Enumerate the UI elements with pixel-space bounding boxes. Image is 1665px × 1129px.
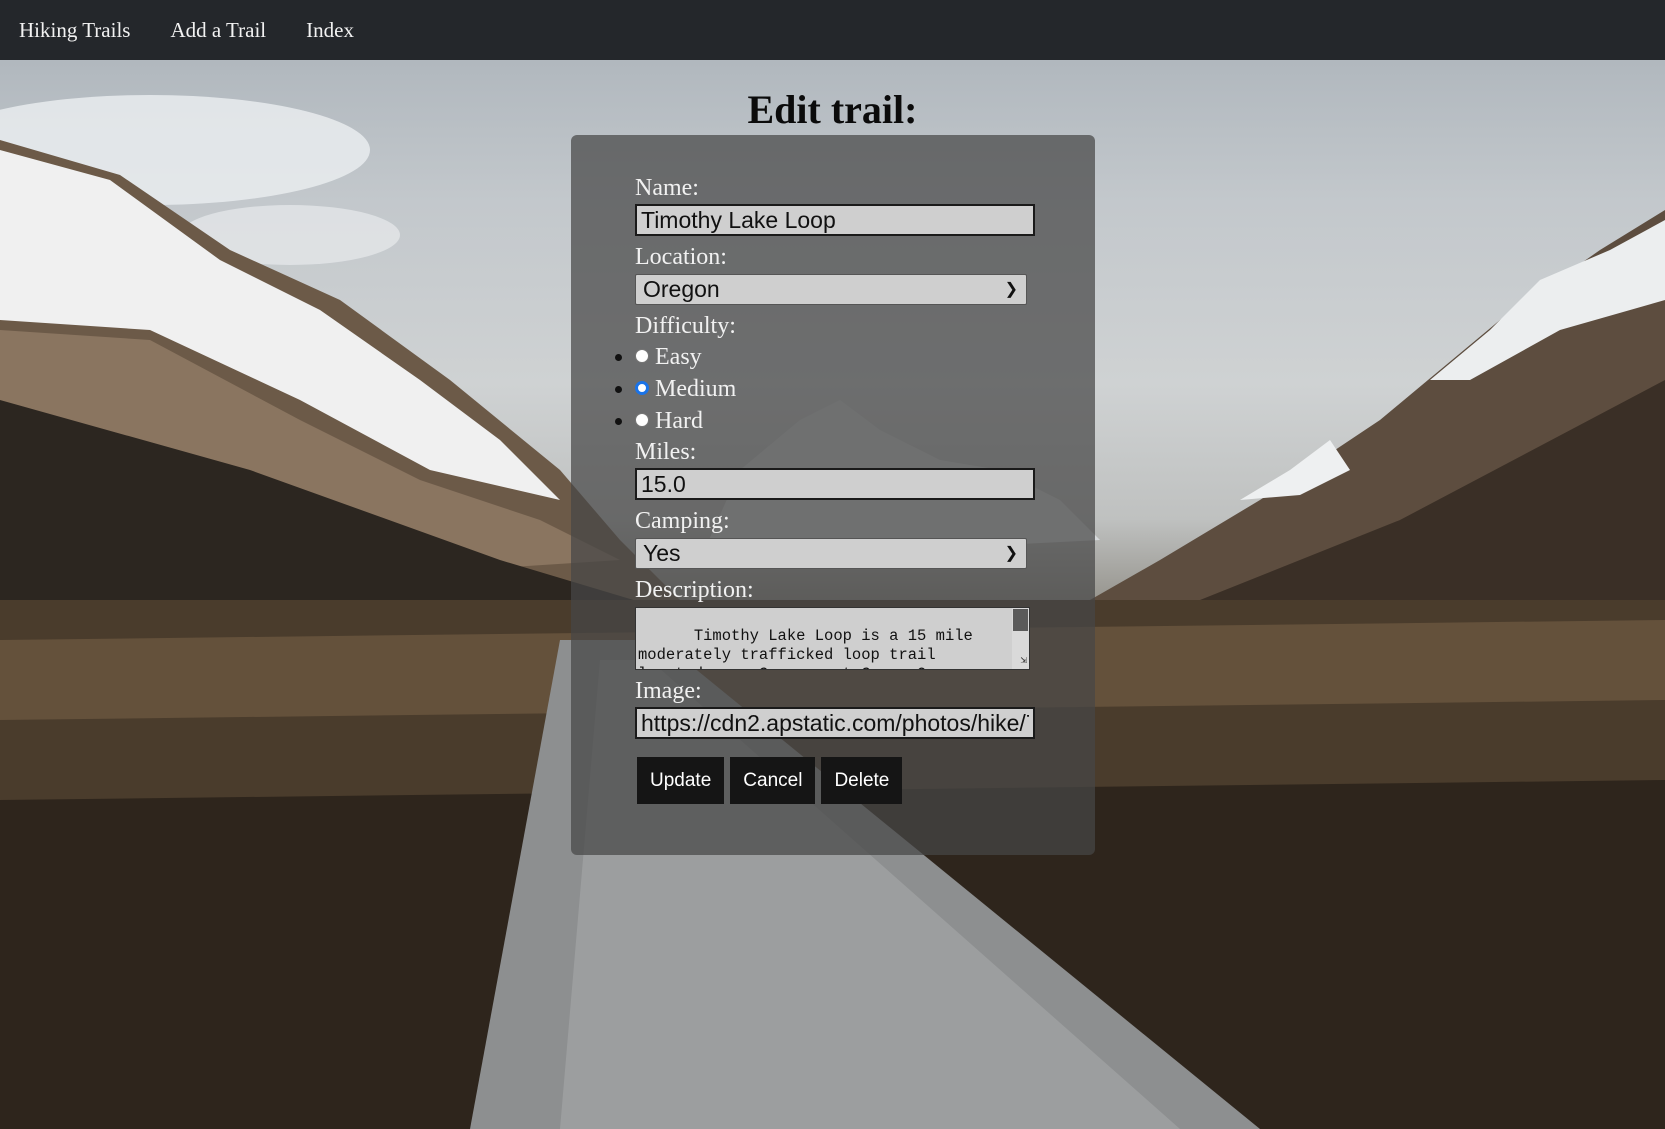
- nav-link-hiking-trails[interactable]: Hiking Trails: [19, 18, 130, 43]
- difficulty-option-hard[interactable]: Hard: [635, 405, 1055, 437]
- delete-button[interactable]: Delete: [821, 757, 903, 804]
- textarea-scrollbar-thumb[interactable]: [1013, 609, 1028, 631]
- difficulty-label: Difficulty:: [635, 313, 736, 339]
- difficulty-option-easy[interactable]: Easy: [635, 341, 1055, 373]
- name-label: Name:: [635, 175, 699, 201]
- camping-select-value: Yes: [643, 540, 681, 566]
- radio-hard-label: Hard: [655, 408, 703, 434]
- edit-trail-form-panel: Name: Location: Oregon ❯ Difficulty: Eas…: [571, 135, 1095, 855]
- camping-select[interactable]: Yes ❯: [635, 538, 1027, 569]
- description-textarea[interactable]: Timothy Lake Loop is a 15 mile moderatel…: [635, 607, 1030, 670]
- image-url-input[interactable]: [635, 707, 1035, 739]
- nav-link-index[interactable]: Index: [306, 18, 354, 43]
- radio-easy-label: Easy: [655, 344, 702, 370]
- resize-grip-icon[interactable]: ⇲: [1020, 656, 1027, 667]
- update-button[interactable]: Update: [637, 757, 725, 804]
- description-text: Timothy Lake Loop is a 15 mile moderatel…: [638, 627, 973, 669]
- location-select[interactable]: Oregon ❯: [635, 274, 1027, 305]
- edit-trail-form: Name: Location: Oregon ❯ Difficulty: Eas…: [635, 173, 1055, 745]
- difficulty-radio-group: Easy Medium Hard: [635, 341, 1055, 437]
- radio-hard[interactable]: [635, 413, 649, 428]
- page-title: Edit trail:: [747, 87, 918, 132]
- radio-medium-label: Medium: [655, 376, 737, 402]
- chevron-down-icon: ❯: [1004, 545, 1018, 562]
- nav-link-add-trail[interactable]: Add a Trail: [170, 18, 266, 43]
- image-label: Image:: [635, 678, 702, 704]
- miles-input[interactable]: [635, 468, 1035, 500]
- description-label: Description:: [635, 577, 754, 603]
- radio-easy[interactable]: [635, 349, 649, 364]
- miles-label: Miles:: [635, 439, 697, 465]
- cancel-button[interactable]: Cancel: [730, 757, 816, 804]
- radio-medium[interactable]: [635, 381, 649, 396]
- chevron-down-icon: ❯: [1004, 281, 1018, 298]
- form-actions: Update Cancel Delete: [637, 757, 903, 804]
- difficulty-option-medium[interactable]: Medium: [635, 373, 1055, 405]
- camping-label: Camping:: [635, 508, 730, 534]
- location-label: Location:: [635, 244, 727, 270]
- name-input[interactable]: [635, 204, 1035, 236]
- top-navbar: Hiking Trails Add a Trail Index: [0, 0, 1665, 60]
- location-select-value: Oregon: [643, 276, 720, 302]
